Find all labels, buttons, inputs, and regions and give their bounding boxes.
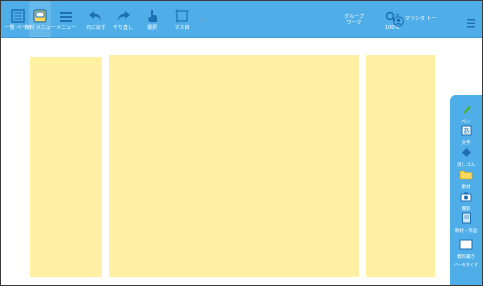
grid-button[interactable]: マス目: [171, 1, 193, 37]
card-center[interactable]: [109, 55, 359, 277]
camera-icon: [460, 187, 472, 206]
works-tool[interactable]: 教材・作品: [450, 209, 482, 234]
material-write-tool[interactable]: 資料書き: [450, 235, 482, 260]
more-menu-icon[interactable]: [467, 13, 477, 32]
card-right[interactable]: [366, 55, 435, 277]
eraser-icon: [461, 143, 472, 162]
redo-label: やり直し: [112, 25, 133, 31]
grid-icon: [175, 1, 189, 23]
material-write-label: 資料書き: [457, 255, 475, 260]
works-label: 教材・作品: [454, 229, 478, 234]
hamburger-icon: [59, 1, 73, 23]
material-icon: [33, 1, 47, 23]
group-work-button[interactable]: グループ ワーク: [341, 1, 367, 37]
undo-label: 元に戻す: [85, 25, 106, 31]
page-list-button[interactable]: 一覧 ページ: [5, 1, 31, 37]
material-menu-label: 資料 メニュー: [24, 25, 56, 31]
material-menu-button[interactable]: 資料 メニュー: [24, 1, 56, 37]
menu-button[interactable]: メニュー: [55, 1, 77, 37]
redo-icon: [115, 1, 131, 23]
app-window: 一覧 ページ 資料 メニュー メニュー 元に戻す やり直し 選択 マス目 グルー…: [0, 0, 483, 286]
chevron-down-icon: [199, 1, 205, 23]
hide-bar-button[interactable]: バーをかくす: [450, 262, 482, 267]
undo-icon: [88, 1, 104, 23]
user-avatar-icon[interactable]: [393, 12, 404, 31]
undo-button[interactable]: 元に戻す: [83, 1, 109, 37]
document-icon: [461, 209, 472, 228]
folder-icon: [459, 165, 473, 184]
tool-palette: ペン あ 文字 消しゴム 素材 撮影 教材・作品 資料書き バーをかくす: [450, 95, 482, 285]
text-icon: あ: [461, 121, 472, 140]
svg-text:あ: あ: [463, 127, 470, 135]
select-label: 選択: [146, 25, 157, 31]
card-left[interactable]: [30, 57, 102, 277]
user-name[interactable]: マツシタ トー: [405, 15, 437, 22]
hand-pointer-icon: [146, 1, 158, 23]
menu-label: メニュー: [55, 25, 76, 31]
blank-sheet-icon: [459, 235, 473, 254]
page-list-icon: [11, 1, 25, 23]
pen-icon: [461, 100, 472, 119]
grid-dropdown[interactable]: [197, 1, 207, 37]
redo-button[interactable]: やり直し: [110, 1, 136, 37]
select-button[interactable]: 選択: [141, 1, 163, 37]
top-toolbar: 一覧 ページ 資料 メニュー メニュー 元に戻す やり直し 選択 マス目 グルー…: [1, 1, 482, 38]
grid-label: マス目: [174, 25, 190, 31]
group-work-label: グループ ワーク: [344, 14, 364, 26]
